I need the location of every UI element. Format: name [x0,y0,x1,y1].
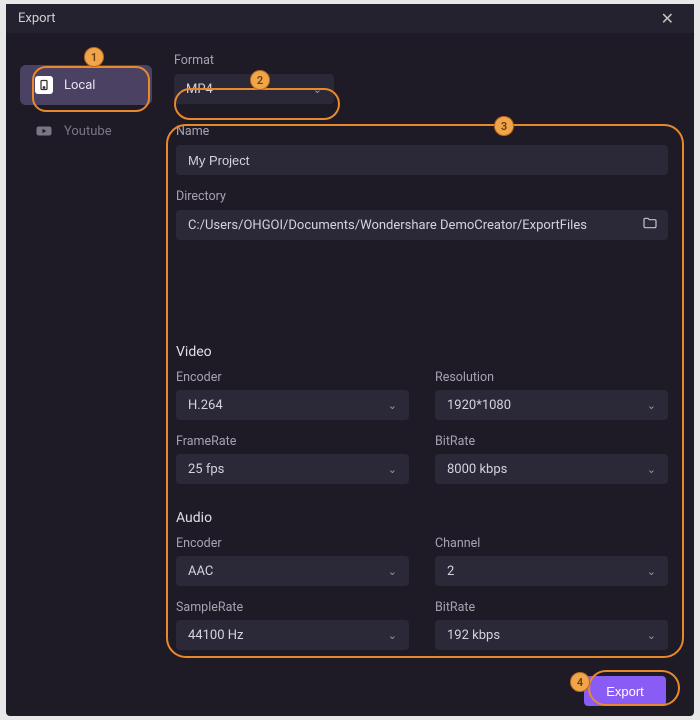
youtube-icon [34,121,54,141]
audio-encoder-value: AAC [188,564,213,579]
resolution-group: Resolution 1920*1080 ⌄ [435,370,668,420]
titlebar: Export ✕ [6,4,694,33]
video-section-title: Video [176,344,668,360]
channel-select[interactable]: 2 ⌄ [435,556,668,586]
chevron-down-icon: ⌄ [388,565,397,578]
video-encoder-value: H.264 [188,398,223,413]
framerate-value: 25 fps [188,462,224,477]
video-encoder-group: Encoder H.264 ⌄ [176,370,409,420]
channel-value: 2 [447,564,454,579]
format-select[interactable]: MP4 ⌄ [174,74,334,104]
format-value: MP4 [186,82,213,97]
directory-label: Directory [176,189,668,204]
name-label: Name [176,124,668,139]
framerate-select[interactable]: 25 fps ⌄ [176,454,409,484]
directory-value: C:/Users/OHGOI/Documents/Wondershare Dem… [188,218,632,233]
samplerate-group: SampleRate 44100 Hz ⌄ [176,600,409,650]
video-bitrate-group: BitRate 8000 kbps ⌄ [435,434,668,484]
framerate-group: FrameRate 25 fps ⌄ [176,434,409,484]
video-grid: Encoder H.264 ⌄ Resolution 1920*1080 ⌄ [176,370,668,484]
chevron-down-icon: ⌄ [647,463,656,476]
audio-bitrate-select[interactable]: 192 kbps ⌄ [435,620,668,650]
sidebar-item-local[interactable]: Local [20,65,152,105]
video-encoder-select[interactable]: H.264 ⌄ [176,390,409,420]
local-icon [34,75,54,95]
export-button[interactable]: Export [584,676,666,706]
chevron-down-icon: ⌄ [388,399,397,412]
audio-bitrate-label: BitRate [435,600,668,615]
chevron-down-icon: ⌄ [647,565,656,578]
audio-encoder-label: Encoder [176,536,409,551]
video-bitrate-value: 8000 kbps [447,462,507,477]
format-label: Format [174,53,670,68]
settings-panel: Name Directory C:/Users/OHGOI/Documents/… [174,118,670,666]
samplerate-select[interactable]: 44100 Hz ⌄ [176,620,409,650]
chevron-down-icon: ⌄ [313,83,322,96]
format-group: Format MP4 ⌄ [174,53,670,104]
audio-encoder-group: Encoder AAC ⌄ [176,536,409,586]
video-bitrate-label: BitRate [435,434,668,449]
audio-encoder-select[interactable]: AAC ⌄ [176,556,409,586]
name-input[interactable] [176,145,668,175]
audio-bitrate-group: BitRate 192 kbps ⌄ [435,600,668,650]
resolution-value: 1920*1080 [447,398,511,413]
channel-group: Channel 2 ⌄ [435,536,668,586]
resolution-select[interactable]: 1920*1080 ⌄ [435,390,668,420]
footer: Export [6,666,694,716]
samplerate-label: SampleRate [176,600,409,615]
export-window: Export ✕ Local Youtube [6,4,694,716]
directory-row: C:/Users/OHGOI/Documents/Wondershare Dem… [176,210,668,240]
chevron-down-icon: ⌄ [388,629,397,642]
sidebar-item-youtube[interactable]: Youtube [20,111,152,151]
audio-bitrate-value: 192 kbps [447,628,500,643]
channel-label: Channel [435,536,668,551]
audio-grid: Encoder AAC ⌄ Channel 2 ⌄ [176,536,668,650]
directory-group: Directory C:/Users/OHGOI/Documents/Wonde… [176,189,668,240]
audio-section-title: Audio [176,510,668,526]
folder-icon[interactable] [642,215,658,235]
video-encoder-label: Encoder [176,370,409,385]
video-bitrate-select[interactable]: 8000 kbps ⌄ [435,454,668,484]
sidebar-item-label: Youtube [64,124,112,139]
samplerate-value: 44100 Hz [188,628,243,643]
name-group: Name [176,124,668,175]
close-icon[interactable]: ✕ [653,5,682,32]
chevron-down-icon: ⌄ [388,463,397,476]
window-body: Local Youtube Format MP4 ⌄ Name [6,33,694,666]
main-panel: Format MP4 ⌄ Name Directory C:/Users/OHG… [152,51,680,666]
chevron-down-icon: ⌄ [647,399,656,412]
resolution-label: Resolution [435,370,668,385]
framerate-label: FrameRate [176,434,409,449]
sidebar-item-label: Local [64,78,95,93]
sidebar: Local Youtube [20,51,152,666]
chevron-down-icon: ⌄ [647,629,656,642]
window-title: Export [18,11,56,26]
